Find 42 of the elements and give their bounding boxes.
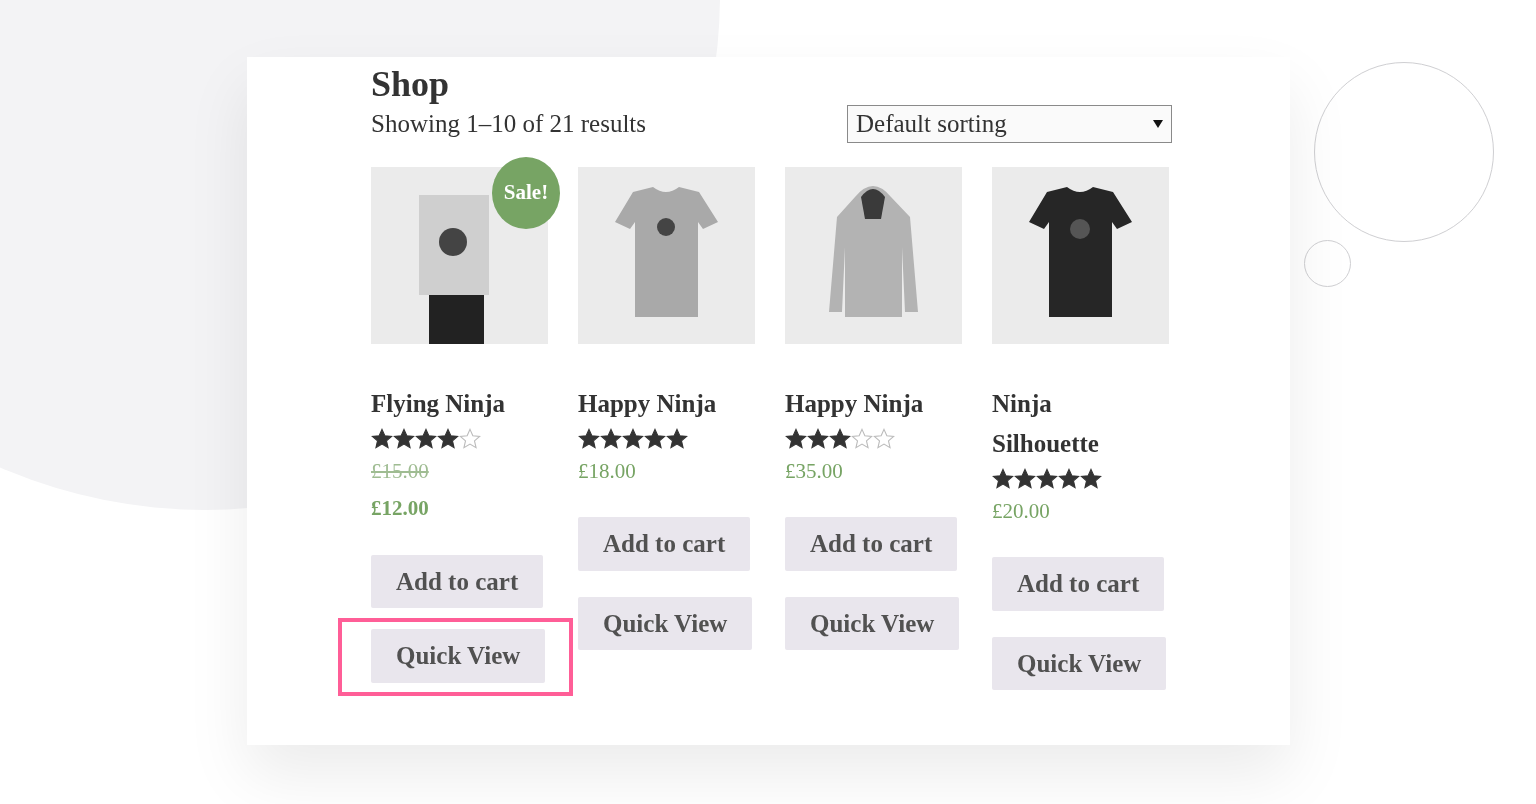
filled-star-icon: [807, 427, 829, 450]
product-price: £35.00: [785, 457, 844, 485]
filled-star-icon: [829, 427, 851, 450]
product-name[interactable]: Ninja Silhouette: [992, 383, 1157, 464]
product-name[interactable]: Flying Ninja: [371, 383, 536, 424]
filled-star-icon: [600, 427, 622, 450]
add-to-cart-button[interactable]: Add to cart: [992, 557, 1165, 611]
empty-star-icon: [851, 427, 873, 450]
regular-price: £15.00: [371, 457, 430, 485]
add-to-cart-button[interactable]: Add to cart: [371, 554, 544, 609]
product-name[interactable]: Happy Ninja: [785, 383, 950, 424]
filled-star-icon: [415, 427, 437, 450]
filled-star-icon: [622, 427, 644, 450]
empty-star-icon: [459, 427, 481, 450]
add-to-cart-button[interactable]: Add to cart: [578, 517, 751, 571]
page-title: Shop: [371, 65, 451, 105]
filled-star-icon: [992, 467, 1014, 490]
quick-view-button[interactable]: Quick View: [371, 629, 546, 683]
sale-badge: Sale!: [492, 156, 560, 229]
filled-star-icon: [578, 427, 600, 450]
product-price: £18.00: [578, 457, 637, 485]
empty-star-icon: [873, 427, 895, 450]
caret-icon: [1153, 119, 1163, 128]
add-to-cart-button[interactable]: Add to cart: [785, 517, 958, 571]
filled-star-icon: [644, 427, 666, 450]
filled-star-icon: [1014, 467, 1036, 490]
result-count: Showing 1–10 of 21 results: [371, 108, 646, 139]
filled-star-icon: [437, 427, 459, 450]
filled-star-icon: [1080, 467, 1102, 490]
filled-star-icon: [393, 427, 415, 450]
filled-star-icon: [1058, 467, 1080, 490]
quick-view-button[interactable]: Quick View: [578, 596, 753, 651]
product-name[interactable]: Happy Ninja: [578, 383, 743, 424]
quick-view-button[interactable]: Quick View: [785, 596, 960, 651]
filled-star-icon: [371, 427, 393, 450]
filled-star-icon: [785, 427, 807, 450]
product-price: £20.00: [992, 497, 1051, 525]
filled-star-icon: [1036, 467, 1058, 490]
filled-star-icon: [666, 427, 688, 450]
sale-price: £12.00: [371, 495, 430, 523]
sort-dropdown[interactable]: Default sorting: [847, 104, 1172, 143]
quick-view-button[interactable]: Quick View: [992, 636, 1167, 691]
